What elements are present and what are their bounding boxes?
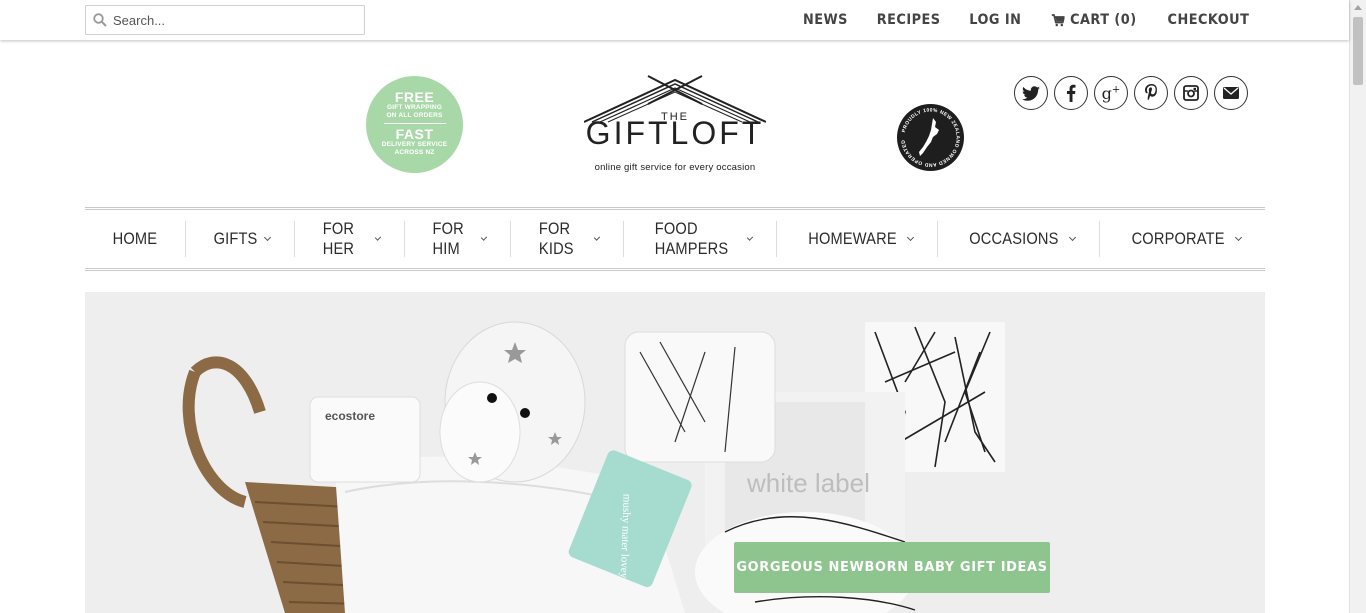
nav-item-corporate[interactable]: CORPORATE [1098, 221, 1265, 257]
top-bar: NEWS RECIPES LOG IN CART (0) CHECKOUT [0, 0, 1349, 40]
logo-tagline: online gift service for every occasion [594, 162, 756, 173]
nav-label: FOR KIDS [538, 219, 574, 258]
nz-map-icon [919, 118, 939, 156]
nav-label: OCCASIONS [969, 229, 1059, 248]
main-nav: HOME GIFTS FOR HER FOR HIM FOR KIDS FOOD… [85, 207, 1265, 271]
nav-label: FOR HER [322, 219, 354, 258]
site-logo[interactable]: THE GIFTLOFT online gift service for eve… [584, 74, 766, 174]
nav-item-occasions[interactable]: OCCASIONS [936, 221, 1099, 257]
instagram-icon[interactable] [1174, 76, 1208, 110]
nav-label: HOMEWARE [808, 229, 897, 248]
cart-label: CART (0) [1069, 12, 1137, 28]
search-input[interactable] [113, 10, 358, 30]
chevron-down-icon [747, 234, 754, 241]
badge-fast: FAST [395, 126, 434, 142]
chevron-down-icon [481, 234, 488, 241]
nav-item-for-him[interactable]: FOR HIM [403, 219, 510, 258]
chevron-down-icon [263, 233, 271, 242]
google-plus-icon[interactable]: g+ [1094, 76, 1128, 110]
page-scrollbar[interactable] [1349, 0, 1366, 613]
badge-gift-line2: ON ALL ORDERS [386, 112, 443, 119]
nav-item-for-her[interactable]: FOR HER [293, 219, 404, 258]
news-link[interactable]: NEWS [803, 12, 848, 28]
free-delivery-badge: FREE GIFT WRAPPING ON ALL ORDERS FAST DE… [366, 76, 463, 173]
badge-gift-line1: GIFT WRAPPING [387, 104, 442, 111]
hero-image: white label ecostore mushy mater lovey [85, 292, 1265, 613]
nav-item-home[interactable]: HOME [85, 221, 185, 257]
box-label-text: white label [746, 468, 870, 498]
badge-delivery-line2: ACROSS NZ [394, 149, 435, 156]
badge-free: FREE [394, 89, 435, 105]
nav-label: GIFTS [213, 229, 258, 248]
nav-item-gifts[interactable]: GIFTS [184, 221, 294, 257]
nav-label: HOME [112, 229, 158, 248]
chevron-down-icon [593, 234, 600, 241]
nav-item-for-kids[interactable]: FOR KIDS [510, 219, 623, 258]
twitter-icon[interactable] [1014, 76, 1048, 110]
badge-delivery-line1: DELIVERY SERVICE [381, 141, 448, 148]
brand-text: ecostore [325, 409, 375, 423]
recipes-link[interactable]: RECIPES [877, 12, 941, 28]
scroll-up-arrow[interactable] [1354, 5, 1362, 10]
cart-icon [1051, 13, 1065, 26]
chevron-down-icon [1068, 233, 1076, 242]
top-links: NEWS RECIPES LOG IN CART (0) CHECKOUT [801, 0, 1253, 40]
nav-item-homeware[interactable]: HOMEWARE [775, 221, 937, 257]
hero-banner[interactable]: white label ecostore mushy mater lovey [85, 292, 1265, 613]
hero-cta-button[interactable]: GORGEOUS NEWBORN BABY GIFT IDEAS [734, 542, 1050, 593]
chevron-down-icon [906, 233, 914, 242]
logo-name: GIFTLOFT [585, 115, 765, 151]
login-link[interactable]: LOG IN [970, 12, 1022, 28]
nz-owned-badge: PROUDLY 100% NEW ZEALAND OWNED AND OPERA… [897, 104, 964, 171]
email-icon[interactable] [1214, 76, 1248, 110]
pinterest-icon[interactable] [1134, 76, 1168, 110]
nav-label: CORPORATE [1131, 229, 1225, 248]
nav-label: FOOD HAMPERS [654, 219, 728, 258]
nav-label: FOR HIM [432, 219, 464, 258]
chevron-down-icon [374, 234, 381, 241]
chevron-down-icon [1234, 233, 1243, 242]
nav-item-food-hampers[interactable]: FOOD HAMPERS [622, 219, 776, 258]
social-icons: g+ [1014, 76, 1248, 110]
search-box[interactable] [85, 5, 365, 35]
search-icon [93, 13, 107, 27]
scroll-thumb[interactable] [1353, 17, 1363, 85]
facebook-icon[interactable] [1054, 76, 1088, 110]
cart-link[interactable]: CART (0) [1051, 12, 1137, 28]
checkout-link[interactable]: CHECKOUT [1168, 12, 1250, 28]
